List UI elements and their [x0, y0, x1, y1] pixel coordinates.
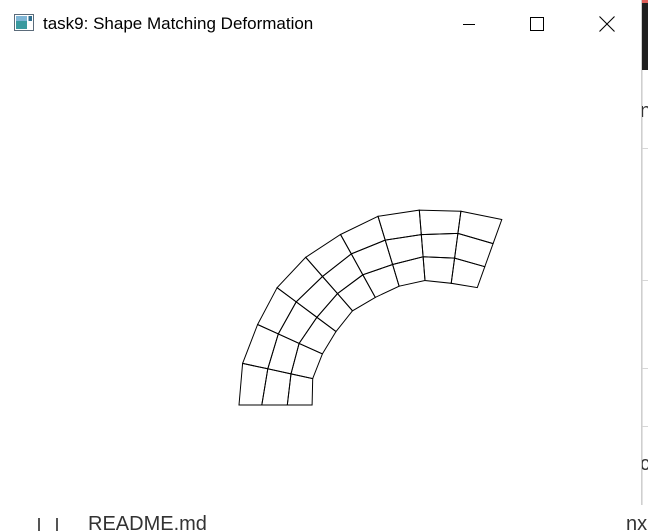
close-button[interactable] [584, 0, 630, 48]
maximize-icon [530, 17, 544, 31]
render-canvas[interactable] [0, 48, 641, 505]
mesh-cell [384, 234, 424, 266]
app-window-icon [14, 14, 34, 31]
mesh-cell [290, 342, 324, 380]
mesh-cell [454, 232, 494, 268]
mesh-cell [256, 286, 297, 335]
minimize-button[interactable] [446, 0, 492, 48]
maximize-button[interactable] [514, 0, 560, 48]
background-divider [642, 368, 648, 369]
mesh-cell [391, 256, 426, 287]
background-file-name: README.md [88, 513, 207, 531]
background-divider [642, 426, 648, 427]
background-divider [642, 280, 648, 281]
background-tree-guide [56, 518, 58, 531]
deformed-grid-mesh [238, 209, 503, 406]
mesh-cell [298, 316, 337, 355]
background-text-fragment: nx [626, 513, 648, 531]
mesh-cell [276, 256, 324, 303]
app-window: task9: Shape Matching Deformation [0, 0, 642, 505]
close-icon [599, 16, 615, 32]
minimize-icon [463, 24, 475, 25]
mesh-cell [420, 232, 459, 259]
mesh-cell [316, 292, 354, 333]
background-divider [642, 148, 648, 149]
window-titlebar[interactable]: task9: Shape Matching Deformation [0, 0, 641, 48]
mesh-cell [238, 362, 269, 406]
mesh-cell [286, 373, 314, 406]
mesh-cell [295, 275, 339, 318]
mesh-cell [277, 301, 318, 345]
mesh-cell [450, 257, 486, 289]
background-file-row[interactable]: README.md nx [0, 505, 648, 531]
mesh-cell [457, 210, 503, 245]
mesh-cell [267, 333, 300, 375]
mesh-cell [321, 253, 364, 295]
background-tree-guide [38, 518, 40, 531]
mesh-cell [261, 368, 292, 406]
window-title: task9: Shape Matching Deformation [43, 14, 314, 33]
mesh-cell [336, 274, 376, 312]
mesh-cell [418, 209, 462, 236]
mesh-cell [422, 256, 456, 284]
mesh-cell [339, 215, 386, 255]
